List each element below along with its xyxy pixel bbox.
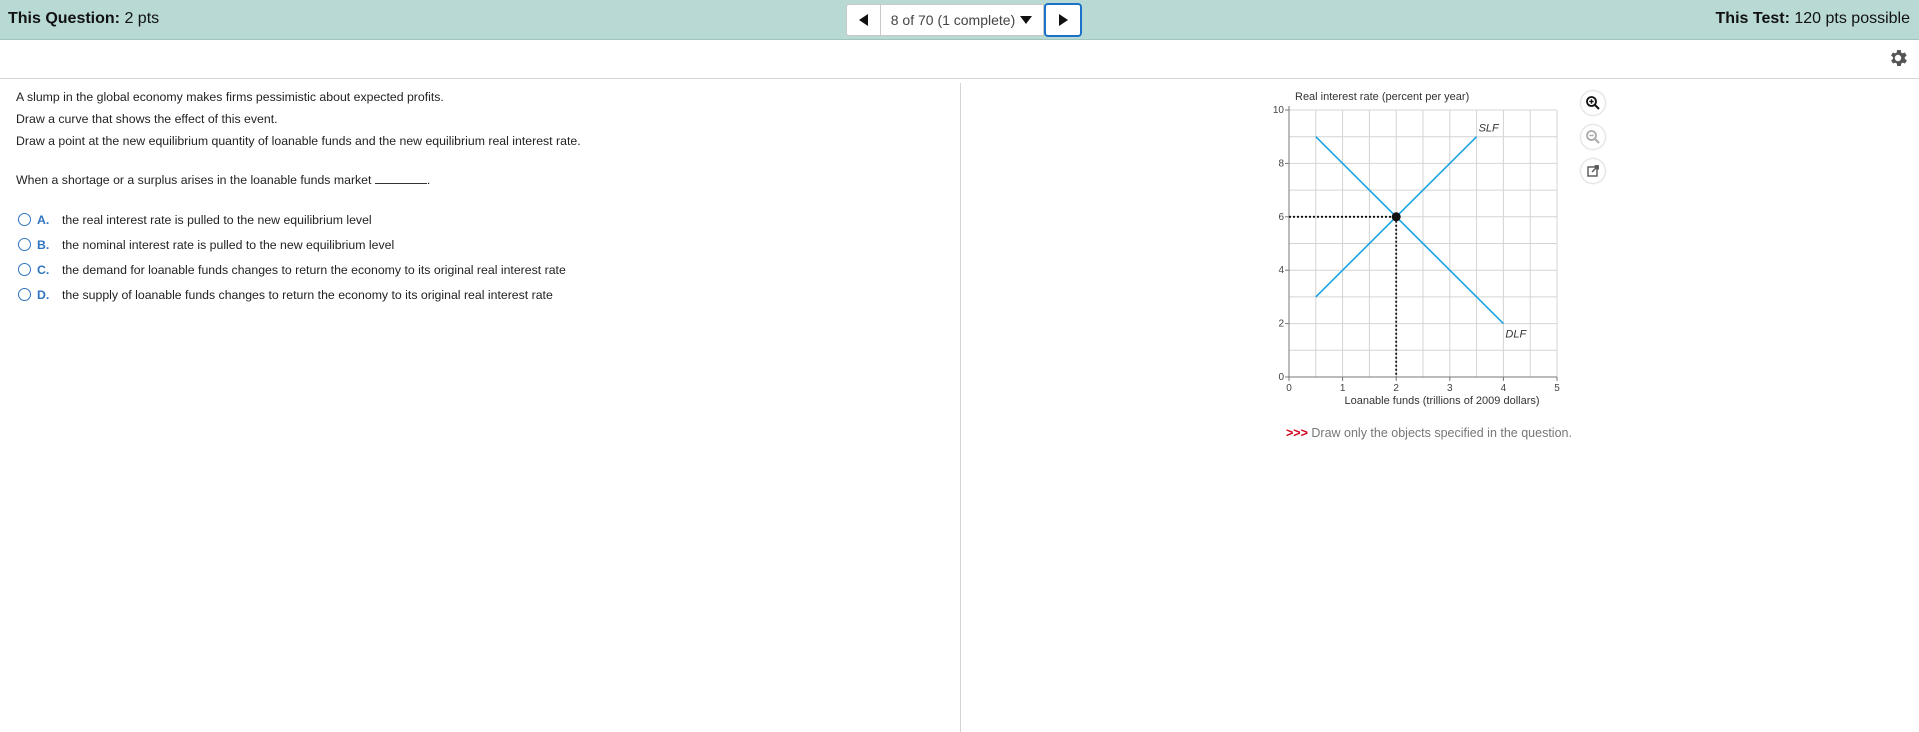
choice-text: the demand for loanable funds changes to… bbox=[62, 262, 566, 277]
zoom-out-button[interactable] bbox=[1581, 125, 1605, 149]
panel-divider bbox=[960, 83, 961, 732]
choice-letter: C. bbox=[37, 262, 50, 277]
choice-text: the nominal interest rate is pulled to t… bbox=[62, 237, 395, 252]
gear-icon[interactable] bbox=[1887, 47, 1909, 69]
graph-tools bbox=[1581, 91, 1605, 193]
test-points: This Test: 120 pts possible bbox=[1716, 10, 1910, 28]
prompt-text: When a shortage or a surplus arises in t… bbox=[16, 173, 372, 187]
triangle-left-icon bbox=[858, 14, 868, 26]
header-bar: This Question: 2 pts 8 of 70 (1 complete… bbox=[0, 0, 1919, 40]
y-tick-label: 10 bbox=[1273, 105, 1285, 116]
choice-letter: B. bbox=[37, 237, 50, 252]
question-line-3: Draw a point at the new equilibrium quan… bbox=[16, 134, 581, 148]
y-tick-label: 4 bbox=[1278, 265, 1284, 276]
choice-text: the supply of loanable funds changes to … bbox=[62, 287, 553, 302]
triangle-right-icon bbox=[1059, 14, 1068, 26]
x-tick-label: 5 bbox=[1554, 383, 1560, 394]
curve-label-slf: SLF bbox=[1479, 123, 1500, 135]
answer-blank bbox=[374, 173, 427, 184]
zoom-in-button[interactable] bbox=[1581, 91, 1605, 115]
loanable-funds-chart[interactable]: 0 1 2 3 4 5 0 2 4 6 8 10 SLF DLF Real interest rate … bbox=[1260, 86, 1620, 426]
question-select-dropdown[interactable]: 8 of 70 (1 complete) bbox=[880, 4, 1044, 36]
y-tick-label: 2 bbox=[1278, 319, 1284, 330]
popout-button[interactable] bbox=[1581, 159, 1605, 183]
question-line-1: A slump in the global economy makes firm… bbox=[16, 90, 444, 104]
question-points: This Question: 2 pts bbox=[8, 10, 159, 28]
curve-dlf bbox=[1315, 136, 1504, 325]
choice-letter: D. bbox=[37, 287, 50, 302]
radio-button[interactable] bbox=[18, 288, 31, 301]
x-tick-label: 4 bbox=[1501, 383, 1507, 394]
y-tick-label: 0 bbox=[1278, 372, 1284, 383]
choice-text: the real interest rate is pulled to the … bbox=[62, 212, 372, 227]
choice-letter: A. bbox=[37, 212, 50, 227]
choice-c[interactable]: C. the demand for loanable funds changes… bbox=[16, 257, 946, 282]
radio-button[interactable] bbox=[18, 213, 31, 226]
y-tick-label: 6 bbox=[1278, 212, 1284, 223]
y-axis-label: Real interest rate (percent per year) bbox=[1295, 91, 1469, 103]
choice-d[interactable]: D. the supply of loanable funds changes … bbox=[16, 282, 946, 307]
x-tick-label: 3 bbox=[1447, 383, 1453, 394]
question-position-text: 8 of 70 (1 complete) bbox=[890, 12, 1016, 28]
y-tick-label: 8 bbox=[1278, 158, 1284, 169]
choice-b[interactable]: B. the nominal interest rate is pulled t… bbox=[16, 232, 946, 257]
zoom-in-icon bbox=[1586, 96, 1600, 110]
x-tick-label: 2 bbox=[1393, 383, 1399, 394]
radio-button[interactable] bbox=[18, 238, 31, 251]
instruction-note: >>> Draw only the objects specified in t… bbox=[1286, 426, 1572, 440]
next-question-button[interactable] bbox=[1044, 3, 1082, 37]
radio-button[interactable] bbox=[18, 263, 31, 276]
question-points-value: 2 pts bbox=[124, 10, 160, 27]
graph-area: 0 1 2 3 4 5 0 2 4 6 8 10 SLF DLF Real interest rate … bbox=[1260, 86, 1620, 426]
question-navigator: 8 of 70 (1 complete) bbox=[846, 3, 1082, 37]
question-line-2: Draw a curve that shows the effect of th… bbox=[16, 112, 278, 126]
equilibrium-point bbox=[1391, 212, 1401, 222]
previous-question-button[interactable] bbox=[846, 4, 880, 36]
prompt-end: . bbox=[426, 173, 431, 187]
toolbar bbox=[0, 40, 1919, 79]
x-tick-label: 0 bbox=[1286, 383, 1292, 394]
test-points-value: 120 pts possible bbox=[1794, 10, 1910, 27]
curve-label-dlf: DLF bbox=[1505, 329, 1527, 341]
x-tick-label: 1 bbox=[1340, 383, 1346, 394]
test-points-label: This Test: bbox=[1715, 10, 1790, 27]
question-panel: A slump in the global economy makes firm… bbox=[16, 89, 946, 307]
external-link-icon bbox=[1587, 165, 1599, 177]
chart-series: SLF DLF bbox=[1315, 123, 1527, 341]
note-arrows: >>> bbox=[1286, 426, 1308, 440]
question-points-label: This Question: bbox=[8, 10, 120, 27]
note-text: Draw only the objects specified in the q… bbox=[1307, 426, 1572, 440]
choice-a[interactable]: A. the real interest rate is pulled to t… bbox=[16, 207, 946, 232]
x-axis-label: Loanable funds (trillions of 2009 dollar… bbox=[1344, 395, 1539, 407]
question-prompt: When a shortage or a surplus arises in t… bbox=[16, 173, 946, 207]
caret-down-icon bbox=[1020, 16, 1033, 24]
zoom-out-icon bbox=[1586, 130, 1600, 144]
